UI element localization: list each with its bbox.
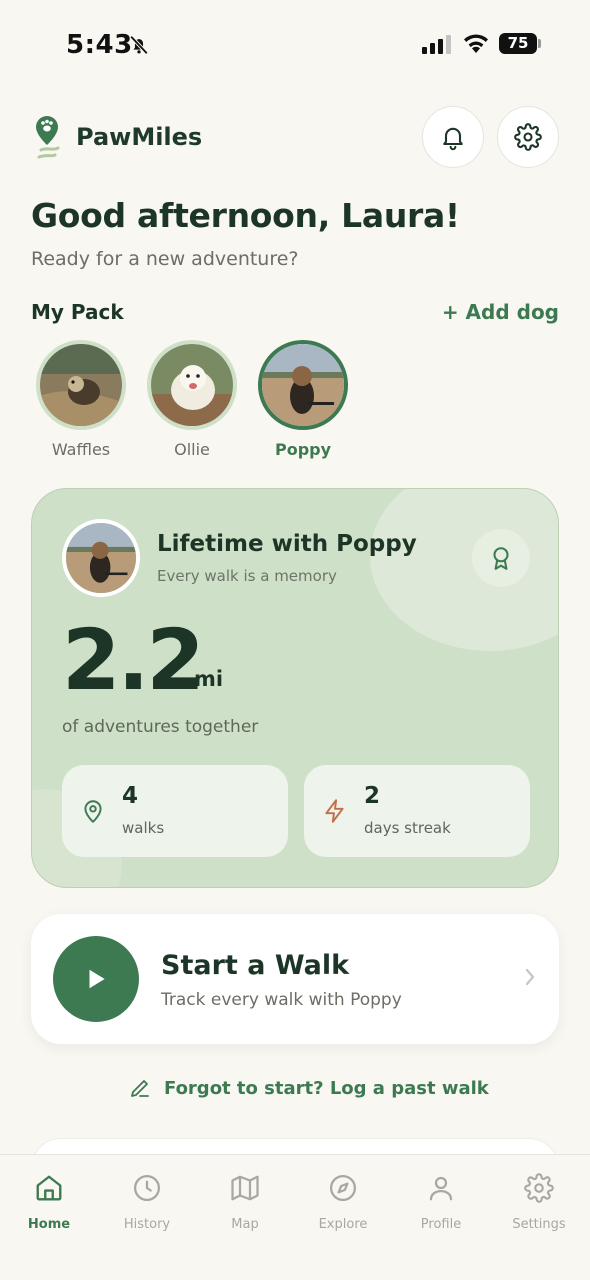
start-walk-title: Start a Walk <box>161 950 350 981</box>
paw-pin-logo-icon <box>36 116 60 159</box>
tab-label: Map <box>231 1217 259 1232</box>
bell-off-icon <box>129 35 149 55</box>
add-dog-button[interactable]: + Add dog <box>442 300 559 324</box>
lifetime-title: Lifetime with Poppy <box>157 531 417 557</box>
tab-label: Home <box>27 1217 71 1232</box>
dog-item-waffles[interactable]: Waffles <box>31 340 131 459</box>
compass-icon <box>330 1175 356 1201</box>
dog-avatar <box>62 519 140 597</box>
tab-map[interactable]: Map <box>196 1171 294 1232</box>
start-walk-card[interactable]: Start a Walk Track every walk with Poppy <box>31 914 559 1044</box>
greeting-title: Good afternoon, Laura! <box>31 196 460 235</box>
dog-name: Waffles <box>51 440 111 459</box>
stat-label: days streak <box>364 819 451 837</box>
log-past-walk-label: Forgot to start? Log a past walk <box>164 1077 489 1099</box>
chevron-right-icon <box>525 968 535 986</box>
tab-settings[interactable]: Settings <box>490 1171 588 1232</box>
battery-cap <box>538 39 541 48</box>
settings-button[interactable] <box>497 106 559 168</box>
clock-icon <box>134 1175 160 1201</box>
greeting-subtitle: Ready for a new adventure? <box>31 248 299 270</box>
pencil-icon <box>131 1080 149 1097</box>
lifetime-card: Lifetime with Poppy Every walk is a memo… <box>31 488 559 888</box>
lifetime-subtitle: Every walk is a memory <box>157 567 337 585</box>
dog-avatar <box>147 340 237 430</box>
tab-home[interactable]: Home <box>0 1171 98 1232</box>
achievements-button[interactable] <box>472 529 530 587</box>
app-name: PawMiles <box>76 123 203 151</box>
bottom-tab-bar: Home History Map Explore Profile Setting… <box>0 1154 590 1280</box>
stat-label: walks <box>122 819 165 837</box>
dog-avatar <box>258 340 348 430</box>
stat-streak: 2 days streak <box>304 765 530 857</box>
log-past-walk-link[interactable]: Forgot to start? Log a past walk <box>128 1076 489 1100</box>
wifi-icon <box>464 34 488 53</box>
tab-explore[interactable]: Explore <box>294 1171 392 1232</box>
status-bar: 5:43 75 <box>0 0 590 90</box>
card-decoration <box>370 489 558 651</box>
map-icon <box>231 1175 259 1201</box>
gear-icon <box>514 123 542 151</box>
gear-icon <box>524 1173 554 1203</box>
dog-name: Ollie <box>174 440 210 459</box>
brand: PawMiles <box>32 114 202 160</box>
lightning-icon <box>325 799 344 823</box>
lifetime-distance: 2.2 <box>62 611 205 709</box>
tab-label: Profile <box>420 1217 462 1232</box>
status-time: 5:43 <box>66 30 133 60</box>
bell-icon <box>443 127 463 151</box>
map-pin-icon <box>84 800 102 823</box>
battery-indicator: 75 <box>499 33 537 54</box>
distance-unit: mi <box>194 667 224 691</box>
dog-item-poppy[interactable]: Poppy <box>253 340 353 459</box>
start-walk-button[interactable] <box>53 936 139 1022</box>
stat-walks: 4 walks <box>62 765 288 857</box>
tab-label: Settings <box>512 1217 566 1232</box>
lifetime-caption: of adventures together <box>62 717 259 737</box>
pack-title: My Pack <box>31 300 124 324</box>
tab-label: Explore <box>318 1217 368 1232</box>
tab-history[interactable]: History <box>98 1171 196 1232</box>
start-walk-subtitle: Track every walk with Poppy <box>161 990 402 1010</box>
dog-item-ollie[interactable]: Ollie <box>142 340 242 459</box>
stat-value: 4 <box>122 783 139 809</box>
notifications-button[interactable] <box>422 106 484 168</box>
play-icon <box>89 969 105 989</box>
dog-avatar <box>36 340 126 430</box>
tab-label: History <box>123 1217 171 1232</box>
dog-name: Poppy <box>274 440 332 459</box>
award-icon <box>493 547 509 570</box>
user-icon <box>429 1176 453 1201</box>
tab-profile[interactable]: Profile <box>392 1171 490 1232</box>
home-icon <box>36 1175 62 1201</box>
stat-value: 2 <box>364 783 381 809</box>
cell-signal-icon <box>422 35 451 54</box>
